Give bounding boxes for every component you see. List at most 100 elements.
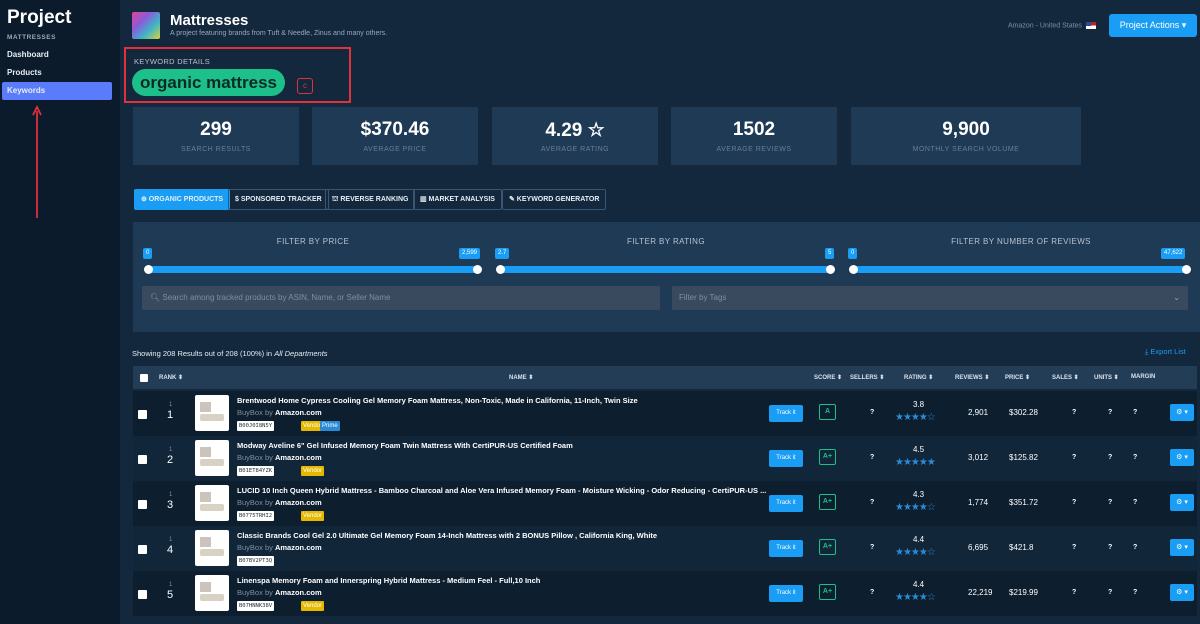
col-rank[interactable]: RANK ⬍ [159, 374, 183, 381]
reviews-value: 1,774 [968, 498, 989, 507]
product-name[interactable]: LUCID 10 Inch Queen Hybrid Mattress - Ba… [237, 486, 767, 495]
sidebar-item-dashboard[interactable]: Dashboard [2, 46, 112, 64]
margin-value: ? [1133, 589, 1138, 596]
row-actions-button[interactable]: ⚙ ▾ [1170, 449, 1194, 466]
sellers-value: ? [870, 589, 875, 596]
rating-stars: ★★★★☆ [895, 412, 936, 423]
sellers-value: ? [870, 544, 875, 551]
vendor-badge: Vendor [301, 601, 325, 611]
asin-badge[interactable]: B0775TRHI2 [237, 511, 275, 521]
col-rating[interactable]: RATING ⬍ [904, 374, 933, 381]
keyword-details-label: KEYWORD DETAILS [134, 57, 211, 66]
product-thumbnail[interactable] [195, 440, 229, 476]
search-icon: 🔍︎ [150, 293, 161, 302]
rating-stars: ★★★★☆ [895, 592, 936, 603]
rank-value: 5 [167, 589, 174, 601]
row-actions-button[interactable]: ⚙ ▾ [1170, 539, 1194, 556]
reviews-max-tag: 47,622 [1161, 248, 1186, 259]
reviews-min-tag: 0 [848, 248, 858, 259]
sidebar-item-keywords[interactable]: Keywords [2, 82, 112, 100]
rank-value: 3 [167, 499, 174, 511]
page-subtitle: A project featuring brands from Tuft & N… [170, 30, 388, 37]
track-it-button[interactable]: Track it [769, 450, 803, 467]
rank-value: 2 [167, 454, 174, 466]
product-thumbnail[interactable] [195, 485, 229, 521]
rank-small: 1 [169, 582, 173, 588]
product-search-input[interactable]: 🔍︎ Search among tracked products by ASIN… [142, 286, 660, 310]
asin-badge[interactable]: B07HNNK38V [237, 601, 275, 611]
tab-sponsored-tracker[interactable]: $ SPONSORED TRACKER [228, 189, 329, 210]
track-it-button[interactable]: Track it [769, 405, 803, 422]
asin-badge[interactable]: B00J0I8N5Y [237, 421, 275, 431]
row-checkbox[interactable] [138, 545, 147, 554]
row-checkbox[interactable] [138, 410, 147, 419]
us-flag-icon [1085, 22, 1096, 29]
price-range-slider[interactable] [144, 265, 482, 274]
sidebar-item-products[interactable]: Products [2, 64, 112, 82]
table-row[interactable]: 1 3 LUCID 10 Inch Queen Hybrid Mattress … [133, 481, 1197, 526]
col-price[interactable]: PRICE ⬍ [1005, 374, 1030, 381]
col-name[interactable]: NAME ⬍ [509, 374, 533, 381]
product-name[interactable]: Modway Aveline 6" Gel Infused Memory Foa… [237, 441, 767, 450]
col-sellers[interactable]: SELLERS ⬍ [850, 374, 884, 381]
select-all-checkbox[interactable] [140, 374, 148, 382]
row-actions-button[interactable]: ⚙ ▾ [1170, 404, 1194, 421]
table-row[interactable]: 1 5 Linenspa Memory Foam and Innerspring… [133, 571, 1197, 616]
score-badge: A [819, 404, 836, 420]
asin-badge[interactable]: B01ET84YZK [237, 466, 275, 476]
sales-value: ? [1072, 454, 1077, 461]
col-score[interactable]: SCORE ⬍ [814, 374, 842, 381]
tab-organic-products[interactable]: ⊕ ORGANIC PRODUCTS [134, 189, 231, 210]
reviews-value: 22,219 [968, 588, 993, 597]
buybox-info: BuyBox by Amazon.com [237, 408, 322, 417]
sales-value: ? [1072, 409, 1077, 416]
col-margin: MARGIN [1131, 374, 1156, 380]
export-list-link[interactable]: ⤓ Export List [1145, 347, 1186, 357]
row-actions-button[interactable]: ⚙ ▾ [1170, 494, 1194, 511]
tab-reverse-ranking[interactable]: ⛫ REVERSE RANKING [325, 189, 416, 210]
rating-stars: ★★★★☆ [895, 547, 936, 558]
track-it-button[interactable]: Track it [769, 495, 803, 512]
tab-market-analysis[interactable]: ▥ MARKET ANALYSIS [413, 189, 502, 210]
reviews-range-slider[interactable] [849, 265, 1191, 274]
col-reviews[interactable]: REVIEWS ⬍ [955, 374, 989, 381]
product-name[interactable]: Linenspa Memory Foam and Innerspring Hyb… [237, 576, 767, 585]
units-value: ? [1108, 499, 1113, 506]
product-thumbnail[interactable] [195, 395, 229, 431]
product-name[interactable]: Brentwood Home Cypress Cooling Gel Memor… [237, 396, 767, 405]
col-sales[interactable]: SALES ⬍ [1052, 374, 1079, 381]
price-value: $219.99 [1009, 588, 1038, 597]
rank-small: 1 [169, 492, 173, 498]
tab-keyword-generator[interactable]: ✎ KEYWORD GENERATOR [502, 189, 607, 210]
table-header: RANK ⬍ NAME ⬍ SCORE ⬍ SELLERS ⬍ RATING ⬍… [133, 366, 1197, 389]
track-it-button[interactable]: Track it [769, 585, 803, 602]
table-row[interactable]: 1 2 Modway Aveline 6" Gel Infused Memory… [133, 436, 1197, 481]
rank-small: 1 [169, 537, 173, 543]
asin-badge[interactable]: B07BV2PT3Q [237, 556, 275, 566]
margin-value: ? [1133, 409, 1138, 416]
keyword-badge[interactable]: c [297, 78, 313, 94]
rank-value: 1 [167, 409, 174, 421]
row-checkbox[interactable] [138, 455, 147, 464]
row-checkbox[interactable] [138, 500, 147, 509]
product-thumbnail[interactable] [195, 575, 229, 611]
col-units[interactable]: UNITS ⬍ [1094, 374, 1119, 381]
row-checkbox[interactable] [138, 590, 147, 599]
buybox-info: BuyBox by Amazon.com [237, 588, 322, 597]
track-it-button[interactable]: Track it [769, 540, 803, 557]
reviews-value: 3,012 [968, 453, 989, 462]
rank-small: 1 [169, 447, 173, 453]
tags-filter-select[interactable]: Filter by Tags ⌄ [672, 286, 1188, 310]
row-actions-button[interactable]: ⚙ ▾ [1170, 584, 1194, 601]
table-row[interactable]: 1 4 Classic Brands Cool Gel 2.0 Ultimate… [133, 526, 1197, 571]
price-value: $125.82 [1009, 453, 1038, 462]
table-row[interactable]: 1 1 Brentwood Home Cypress Cooling Gel M… [133, 391, 1197, 436]
filter-price-label: FILTER BY PRICE [276, 237, 350, 246]
product-name[interactable]: Classic Brands Cool Gel 2.0 Ultimate Gel… [237, 531, 767, 540]
score-badge: A+ [819, 584, 836, 600]
rating-range-slider[interactable] [496, 265, 835, 274]
project-actions-button[interactable]: Project Actions ▾ [1109, 14, 1197, 37]
product-thumbnail[interactable] [195, 530, 229, 566]
score-badge: A+ [819, 539, 836, 555]
rating-value: 4.5 [913, 445, 925, 454]
